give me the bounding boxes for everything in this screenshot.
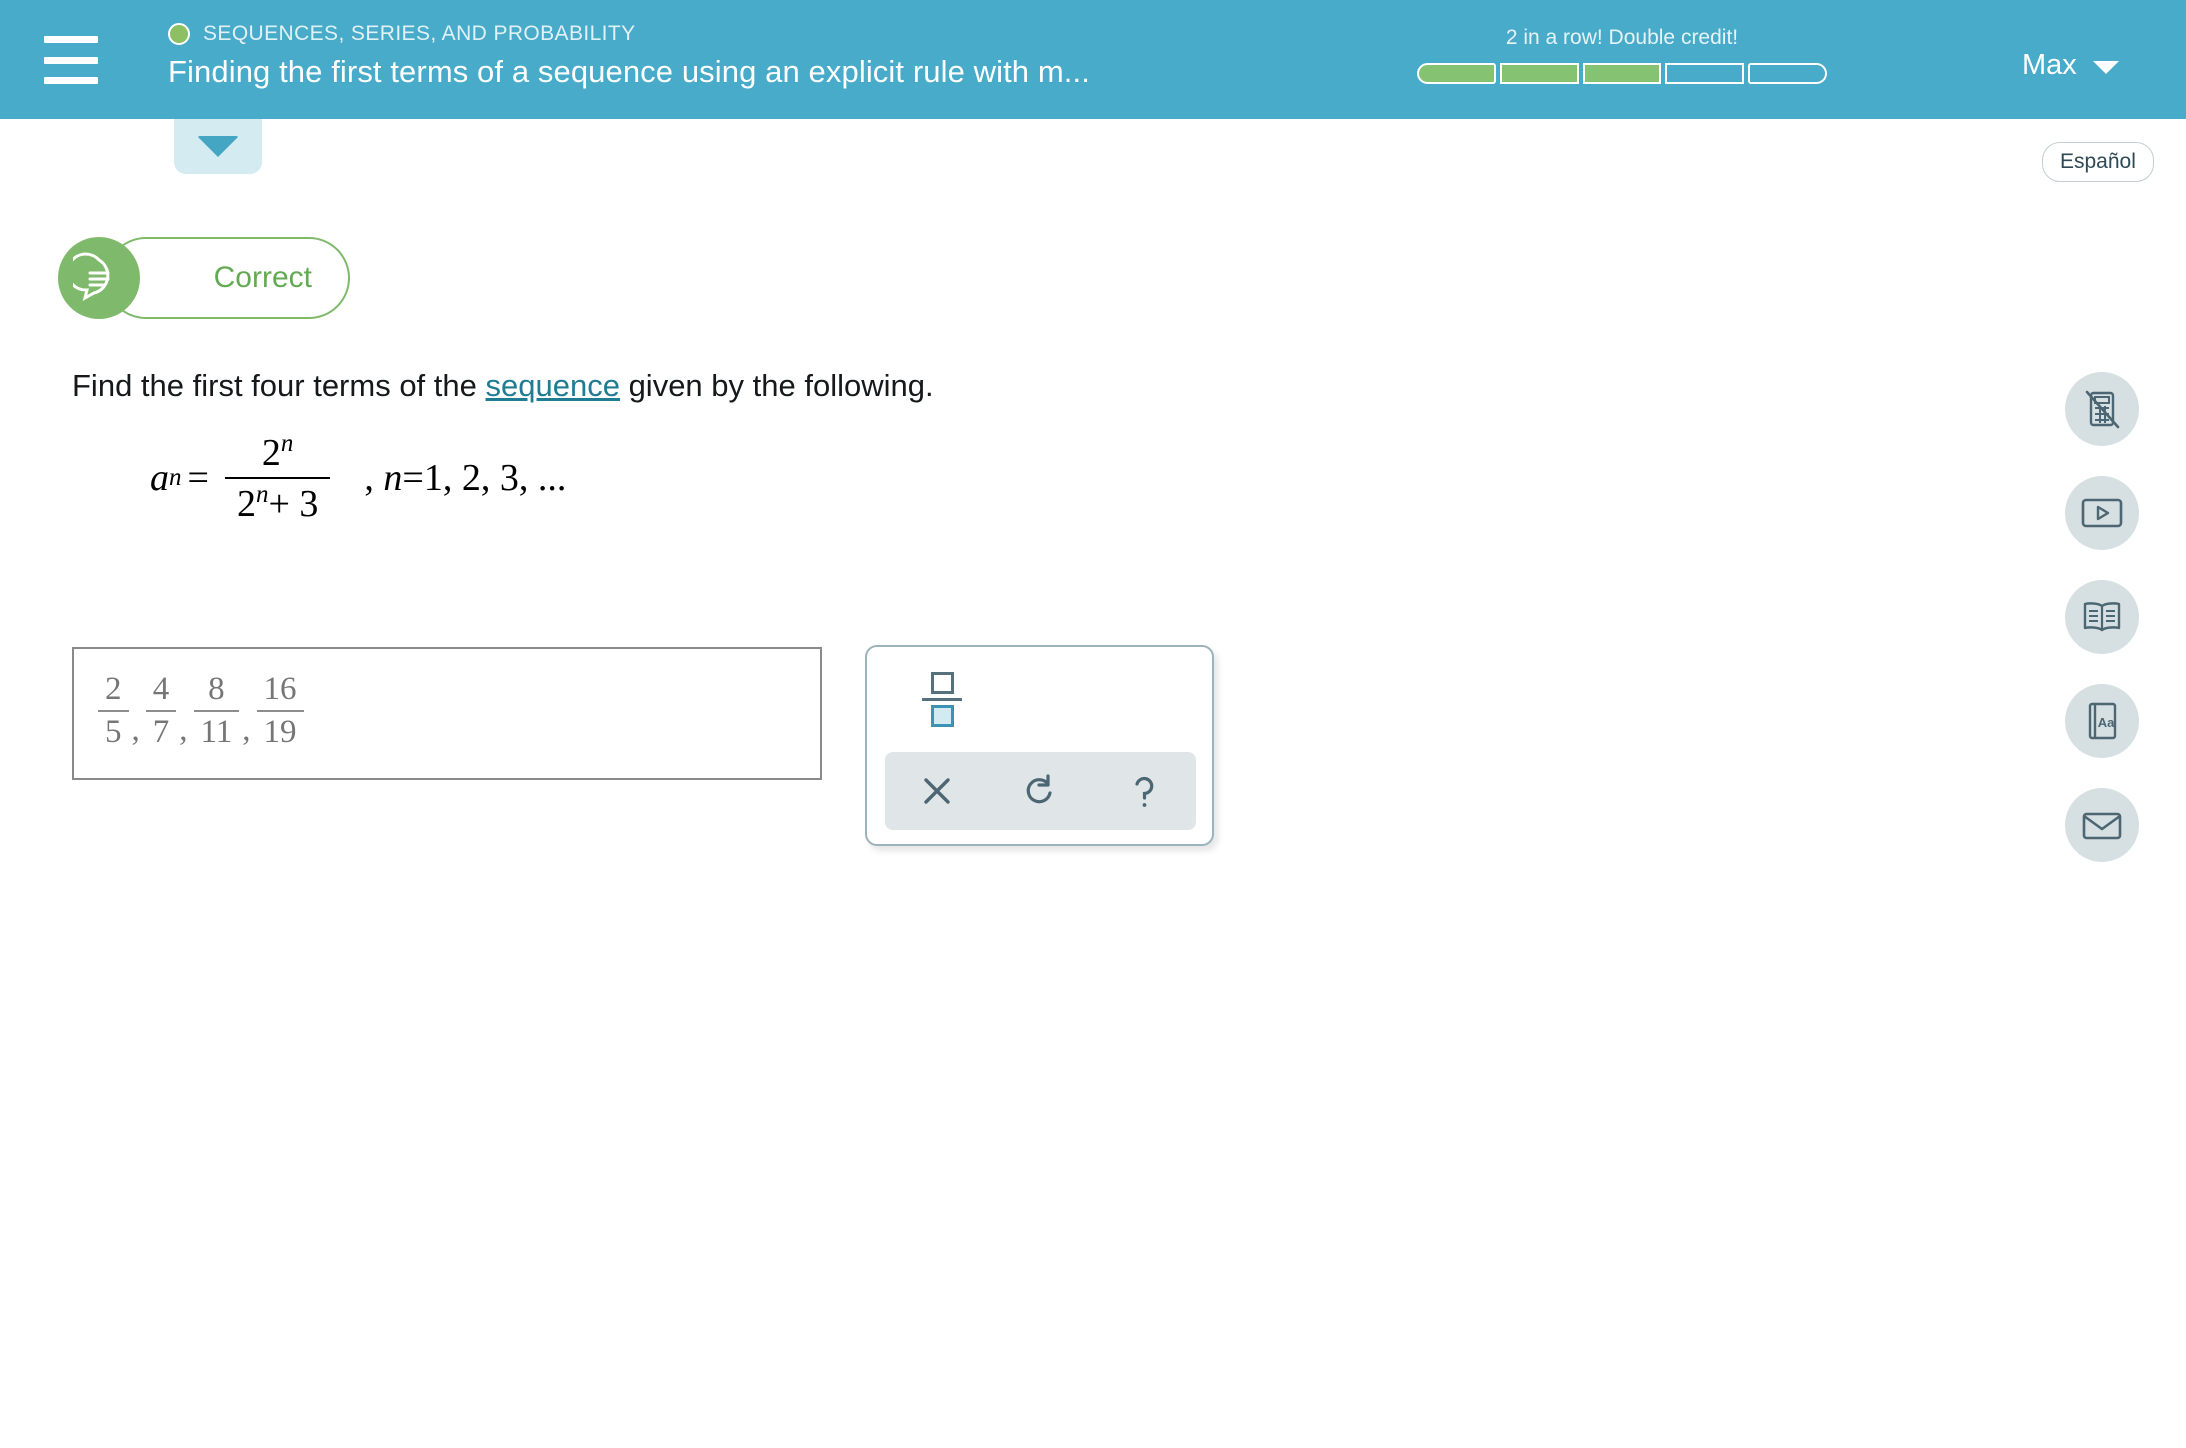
- answer-fraction: 16 19: [256, 671, 304, 751]
- domain-equals: =: [402, 456, 424, 499]
- envelope-icon[interactable]: [2065, 788, 2139, 862]
- formula-lhs-subscript: n: [169, 463, 182, 491]
- objective-label: SEQUENCES, SERIES, AND PROBABILITY: [203, 22, 636, 45]
- answer-fraction: 8 11: [193, 671, 240, 751]
- answer-numerator: 4: [152, 671, 170, 707]
- hamburger-bar: [44, 56, 98, 64]
- answer-numerator: 8: [208, 671, 225, 707]
- progress-segment: [1748, 63, 1827, 84]
- open-book-icon[interactable]: [2065, 580, 2139, 654]
- numerator-exponent: n: [280, 430, 294, 457]
- triangle-down-icon: [197, 136, 239, 157]
- denominator-rest: + 3: [268, 482, 319, 525]
- clear-button[interactable]: [905, 759, 969, 823]
- status-badge: Correct: [58, 237, 350, 319]
- formula-domain: , n=1, 2, 3, ...: [364, 456, 566, 500]
- undo-button[interactable]: [1008, 759, 1072, 823]
- user-menu[interactable]: Max: [2022, 49, 2119, 82]
- fraction-denominator-placeholder: [930, 704, 954, 727]
- answer-denominator: 7: [152, 714, 170, 750]
- fraction-bar-icon: [922, 697, 962, 701]
- domain-comma: ,: [364, 456, 374, 499]
- status-badge-pill: Correct: [105, 237, 350, 319]
- glossary-link-sequence[interactable]: sequence: [486, 368, 620, 403]
- question-suffix: given by the following.: [619, 368, 934, 403]
- answer-value: 2 5, 4 7, 8 11, 16 19: [98, 671, 304, 751]
- calculator-disabled-icon[interactable]: [2065, 372, 2139, 446]
- app-header: SEQUENCES, SERIES, AND PROBABILITY Findi…: [0, 0, 2186, 119]
- answer-separator: ,: [242, 712, 251, 748]
- formula-expression: an = 2n 2n+ 3 , n=1, 2, 3, ...: [150, 430, 566, 526]
- answer-denominator: 11: [200, 714, 233, 750]
- formula-numerator: 2n: [250, 430, 306, 477]
- panel-expand-tab[interactable]: [174, 119, 262, 174]
- domain-values: 1, 2, 3, ...: [423, 456, 567, 499]
- answer-denominator: 5: [105, 714, 122, 750]
- answer-numerator: 2: [105, 671, 122, 707]
- user-name-label: Max: [2022, 49, 2077, 81]
- answer-separator: ,: [131, 712, 140, 748]
- help-button[interactable]: [1112, 759, 1176, 823]
- formula-equals: =: [187, 456, 209, 499]
- hamburger-menu-icon[interactable]: [44, 36, 98, 84]
- chevron-down-icon: [2092, 61, 2119, 74]
- answer-input-box[interactable]: 2 5, 4 7, 8 11, 16 19: [72, 647, 822, 780]
- domain-var: n: [383, 456, 403, 499]
- palette-action-row: [885, 752, 1196, 830]
- progress-segment: [1499, 63, 1579, 84]
- objective-row: SEQUENCES, SERIES, AND PROBABILITY: [168, 22, 1090, 46]
- progress-segment: [1417, 63, 1496, 84]
- speech-bubble-icon: [58, 237, 140, 319]
- question-prompt: Find the first four terms of the sequenc…: [72, 368, 934, 404]
- video-play-icon[interactable]: [2065, 476, 2139, 550]
- formula-denominator: 2n+ 3: [225, 479, 330, 526]
- denominator-exponent: n: [255, 480, 269, 508]
- progress-bar: [1417, 63, 1827, 84]
- fraction-template-icon[interactable]: [915, 666, 969, 732]
- question-prefix: Find the first four terms of the: [72, 368, 486, 403]
- hamburger-bar: [44, 36, 98, 43]
- hamburger-bar: [44, 77, 98, 84]
- answer-fraction: 47: [145, 671, 177, 751]
- fraction-numerator-placeholder: [930, 671, 954, 694]
- denominator-base: 2: [236, 482, 256, 525]
- math-input-palette: [865, 645, 1214, 846]
- page-title: Finding the first terms of a sequence us…: [168, 54, 1090, 89]
- progress-segment: [1665, 63, 1745, 84]
- progress-segment: [1582, 63, 1662, 84]
- formula-fraction: 2n 2n+ 3: [224, 430, 331, 526]
- streak-label: 2 in a row! Double credit!: [1505, 26, 1739, 49]
- progress-ring-icon: [168, 23, 190, 45]
- streak-block: 2 in a row! Double credit!: [1417, 26, 1827, 84]
- answer-numerator: 16: [263, 671, 297, 707]
- answer-fraction: 25: [98, 671, 129, 751]
- status-badge-label: Correct: [213, 261, 312, 294]
- formula-lhs-var: a: [150, 456, 169, 499]
- answer-separator: ,: [179, 712, 188, 748]
- answer-denominator: 19: [263, 714, 297, 750]
- numerator-base: 2: [261, 431, 281, 474]
- header-title-block: SEQUENCES, SERIES, AND PROBABILITY Findi…: [168, 22, 1090, 90]
- tool-rail: Aa: [2065, 372, 2139, 862]
- dictionary-icon[interactable]: Aa: [2065, 684, 2139, 758]
- language-toggle-button[interactable]: Español: [2042, 142, 2154, 182]
- svg-text:Aa: Aa: [2098, 715, 2115, 730]
